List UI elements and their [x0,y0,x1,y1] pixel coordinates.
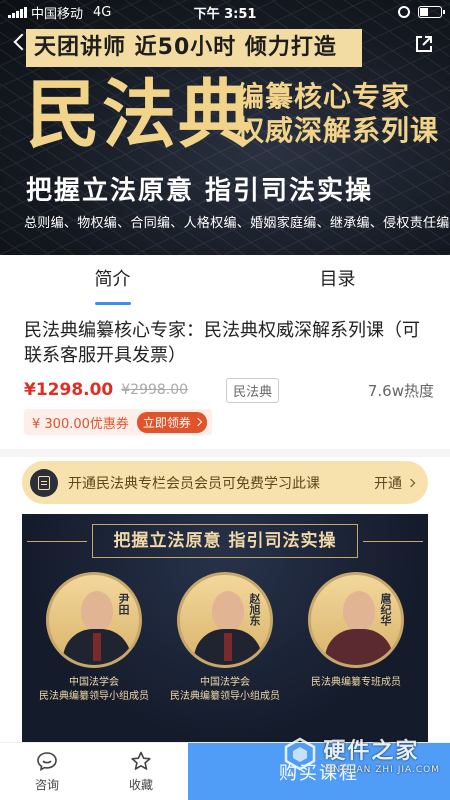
price-row: ¥1298.00 ¥2998.00 民法典 7.6w热度 [24,377,434,403]
favorite-button[interactable]: 收藏 [94,743,188,800]
expert-desc-line2: 民法典编纂领导小组成员 [39,691,149,702]
expert-desc-line2: 民法典编纂领导小组成员 [170,691,280,702]
expert-desc-line1: 中国法学会 [200,677,250,688]
document-icon [30,468,58,497]
hero-topics: 总则编、物权编、合同编、人格权编、婚姻家庭编、继承编、侵权责任编 [24,216,450,231]
hero-subtitle-line1: 编纂核心专家 [236,80,411,113]
share-icon[interactable] [414,34,434,54]
heat-count: 7.6w热度 [367,381,434,400]
status-bar: 中国移动 4G 下午 3:51 [0,0,450,24]
hero-subtitle-line2: 权威深解系列课 [236,114,440,147]
claim-coupon-label: 立即领券 [142,415,191,430]
open-membership-label: 开通 [374,475,402,492]
expert-photo: 扈纪华 [308,572,404,668]
chevron-right-icon [193,417,203,427]
consult-label: 咨询 [34,778,59,792]
claim-coupon-button[interactable]: 立即领券 [136,411,207,433]
hero-slogan: 天团讲师 近50小时 倾力打造 [26,29,362,67]
watermark-subtext: YINGJIAN ZHI JIA.COM [323,765,440,775]
member-promo-text: 开通民法典专栏会员会员可免费学习此课 [68,475,320,492]
content-tabs: 简介 目录 [0,255,450,305]
expert-desc: 中国法学会 民法典编纂领导小组成员 [165,676,285,704]
expert-photo: 赵旭东 [177,572,273,668]
coupon-amount: ¥ 300.00优惠券 [32,416,129,432]
current-price: ¥1298.00 [24,380,114,400]
open-membership-button[interactable]: 开通 [374,473,416,493]
tab-catalog[interactable]: 目录 [225,255,450,305]
consult-button[interactable]: 咨询 [0,743,94,800]
expert-desc: 民法典编纂专班成员 [296,676,416,690]
chevron-right-icon [406,478,416,487]
expert-card: 扈纪华 民法典编纂专班成员 [296,572,416,690]
course-hero-banner: 中国移动 4G 下午 3:51 天团讲师 近50小时 倾力打造 民法典 编纂核心… [0,0,450,255]
watermark-text: 硬件之家 [323,739,420,764]
tab-intro[interactable]: 简介 [0,255,225,305]
expert-desc-line2: 民法典编纂专班成员 [311,677,401,688]
expert-name: 扈纪华 [379,593,392,626]
expert-card: 尹田 中国法学会 民法典编纂领导小组成员 [34,572,154,704]
expert-card: 赵旭东 中国法学会 民法典编纂领导小组成员 [165,572,285,704]
watermark-logo-icon [285,737,316,771]
battery-icon [418,6,445,18]
watermark: 硬件之家 YINGJIAN ZHI JIA.COM [283,733,440,775]
hero-tagline: 把握立法原意 指引司法实操 [26,176,374,206]
original-price: ¥2998.00 [121,382,189,398]
expert-desc-line1: 中国法学会 [69,677,119,688]
member-promo-bar[interactable]: 开通民法典专栏会员会员可免费学习此课 开通 [22,461,428,504]
expert-photo: 尹田 [46,572,142,668]
chat-icon [37,752,57,771]
star-icon [131,751,151,770]
clock: 下午 3:51 [193,6,257,22]
course-detail-poster: 把握立法原意 指引司法实操 尹田 中国法学会 民法典编纂领导小组成员 赵旭东 中… [22,514,428,744]
expert-name: 赵旭东 [248,593,261,626]
coupon-banner[interactable]: ¥ 300.00优惠券 立即领券 [24,409,212,435]
expert-name: 尹田 [117,593,130,615]
course-title: 民法典编纂核心专家：民法典权威深解系列课（可联系客服开具发票） [24,320,420,366]
section-divider [0,449,450,457]
poster-banner: 把握立法原意 指引司法实操 [27,524,423,558]
hero-main-title: 民法典 [26,72,254,158]
favorite-label: 收藏 [128,778,153,792]
expert-desc: 中国法学会 民法典编纂领导小组成员 [34,676,154,704]
category-tag[interactable]: 民法典 [226,377,280,403]
